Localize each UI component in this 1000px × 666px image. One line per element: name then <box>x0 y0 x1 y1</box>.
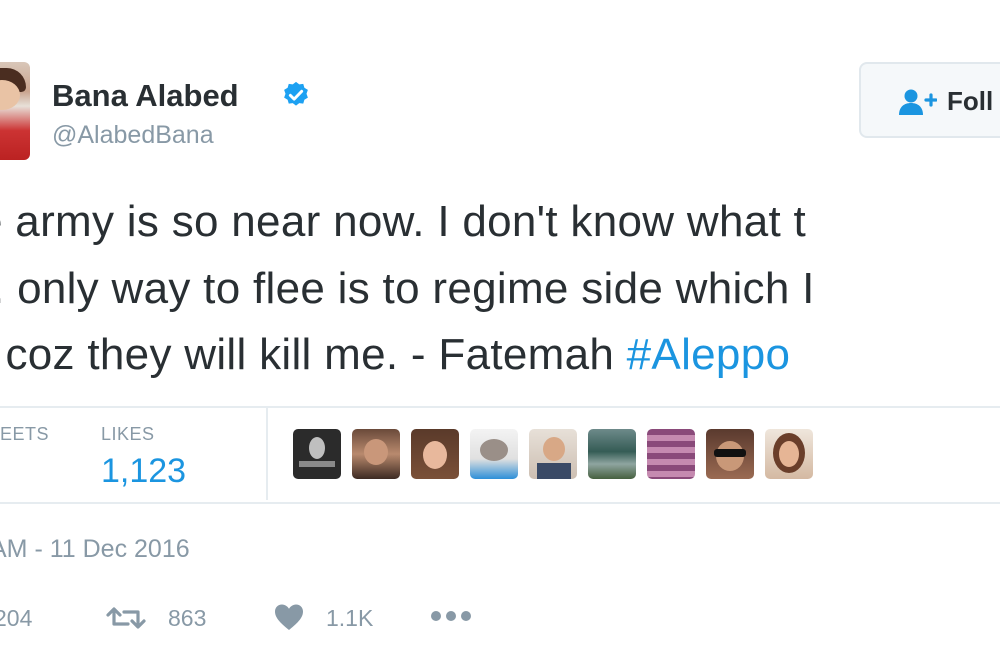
more-icon <box>431 611 471 621</box>
tweet-text-line-2: . only way to flee is to regime side whi… <box>0 264 815 314</box>
like-button[interactable]: 1.1K <box>274 600 384 634</box>
liker-avatar[interactable] <box>411 429 459 479</box>
user-name[interactable]: Bana Alabed <box>52 78 239 114</box>
tweet-text-fragment: only way to flee is to regime side which… <box>17 264 815 313</box>
verified-badge-icon <box>284 81 308 106</box>
liker-avatar[interactable] <box>706 429 754 479</box>
follow-button-label: Foll <box>947 86 994 116</box>
follow-button[interactable]: Foll <box>859 62 1000 138</box>
retweet-count: 863 <box>168 605 207 631</box>
tweet-text-line-3: r coz they will kill me. - Fatemah #Alep… <box>0 330 790 380</box>
heart-icon <box>275 604 303 630</box>
tweet-text-line-1: e army is so near now. I don't know what… <box>0 197 807 246</box>
hashtag-link[interactable]: #Aleppo <box>627 330 791 379</box>
like-count: 1.1K <box>326 605 374 631</box>
liker-avatar[interactable] <box>352 429 400 479</box>
liker-avatar[interactable] <box>470 429 518 479</box>
retweets-stat-label[interactable]: EETS <box>0 424 49 445</box>
likes-stat-value[interactable]: 1,123 <box>101 452 186 491</box>
likes-stat-label[interactable]: LIKES <box>101 424 155 445</box>
reply-count: 204 <box>0 605 33 631</box>
more-button[interactable] <box>430 600 474 634</box>
user-avatar[interactable] <box>0 62 30 160</box>
liker-avatar[interactable] <box>588 429 636 479</box>
liker-avatar[interactable] <box>647 429 695 479</box>
add-user-icon <box>899 89 937 115</box>
tweet-timestamp[interactable]: AM - 11 Dec 2016 <box>0 535 190 564</box>
retweet-icon <box>106 607 146 629</box>
liker-avatar[interactable] <box>529 429 577 479</box>
tweet-text-fragment: r coz they will kill me. - Fatemah <box>0 330 627 379</box>
divider <box>0 406 1000 408</box>
divider <box>266 408 268 500</box>
divider <box>0 502 1000 504</box>
user-handle[interactable]: @AlabedBana <box>52 121 214 150</box>
tweet-text-fragment: . <box>0 264 5 313</box>
retweet-button[interactable]: 863 <box>106 600 216 634</box>
liker-avatar[interactable] <box>293 429 341 479</box>
liker-avatar[interactable] <box>765 429 813 479</box>
